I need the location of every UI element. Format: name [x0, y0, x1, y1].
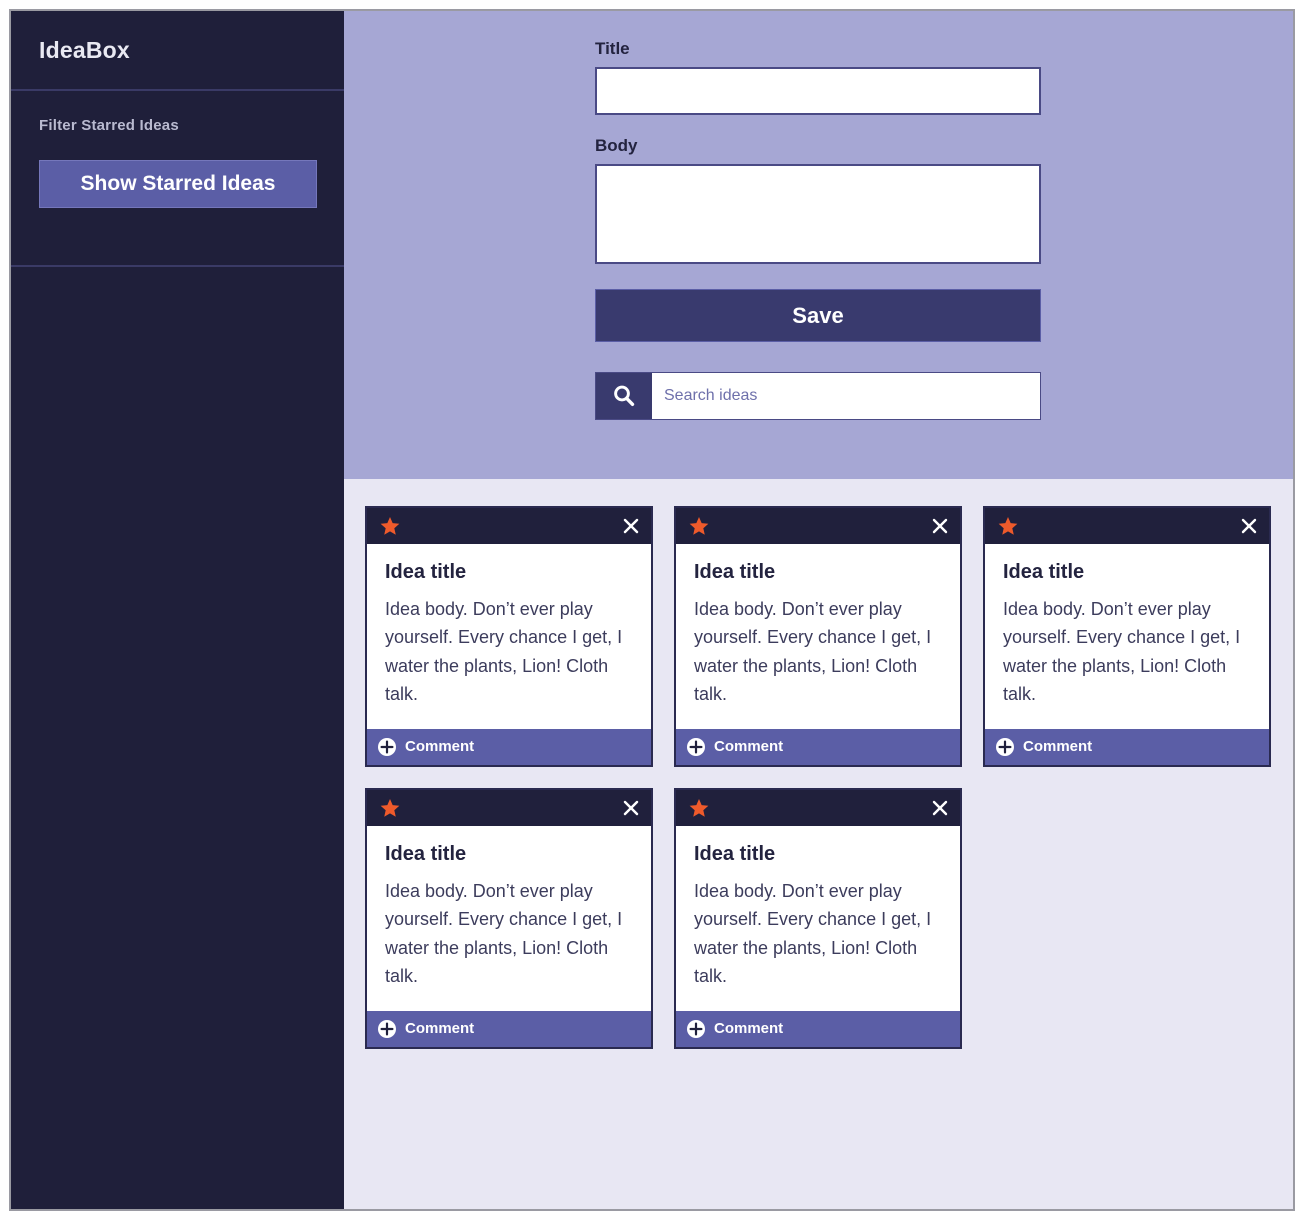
close-icon[interactable] [621, 798, 641, 818]
save-button[interactable]: Save [595, 289, 1041, 342]
comment-button[interactable]: Comment [676, 1010, 960, 1047]
show-starred-ideas-button[interactable]: Show Starred Ideas [39, 160, 317, 208]
comment-label: Comment [1023, 738, 1093, 756]
sidebar: IdeaBox Filter Starred Ideas Show Starre… [11, 11, 344, 1209]
idea-card-body: Idea title Idea body. Don’t ever play yo… [367, 544, 651, 729]
close-icon[interactable] [621, 516, 641, 536]
sidebar-filter-section: Filter Starred Ideas Show Starred Ideas [11, 91, 344, 267]
ideas-grid: Idea title Idea body. Don’t ever play yo… [365, 506, 1293, 1049]
search-bar [595, 372, 1041, 420]
plus-circle-icon [995, 737, 1015, 757]
close-icon[interactable] [930, 798, 950, 818]
plus-circle-icon [686, 1019, 706, 1039]
body-field-label: Body [595, 136, 638, 155]
idea-card-header [676, 508, 960, 544]
plus-circle-icon [377, 1019, 397, 1039]
idea-card[interactable]: Idea title Idea body. Don’t ever play yo… [365, 506, 653, 767]
sidebar-empty-space [11, 267, 344, 1209]
idea-card-text: Idea body. Don’t ever play yourself. Eve… [385, 880, 623, 987]
app-window: IdeaBox Filter Starred Ideas Show Starre… [9, 9, 1295, 1211]
idea-form: Title Body Save [595, 39, 1041, 420]
star-icon[interactable] [997, 515, 1019, 537]
comment-button[interactable]: Comment [676, 728, 960, 765]
sidebar-brand: IdeaBox [11, 11, 344, 91]
idea-form-panel: Title Body Save [344, 11, 1293, 479]
comment-label: Comment [714, 738, 784, 756]
comment-label: Comment [405, 738, 475, 756]
star-icon[interactable] [379, 797, 401, 819]
filter-section-label: Filter Starred Ideas [39, 117, 179, 134]
body-input[interactable] [595, 164, 1041, 264]
idea-card-text: Idea body. Don’t ever play yourself. Eve… [1003, 599, 1241, 705]
idea-card-body: Idea title Idea body. Don’t ever play yo… [985, 544, 1269, 729]
close-icon[interactable] [930, 516, 950, 536]
idea-card[interactable]: Idea title Idea body. Don’t ever play yo… [365, 787, 653, 1049]
idea-card[interactable]: Idea title Idea body. Don’t ever play yo… [674, 787, 962, 1049]
idea-card-text: Idea body. Don’t ever play yourself. Eve… [385, 599, 623, 705]
idea-card-body: Idea title Idea body. Don’t ever play yo… [367, 826, 651, 1011]
comment-button[interactable]: Comment [367, 728, 651, 765]
idea-card-title: Idea title [385, 842, 467, 865]
idea-card[interactable]: Idea title Idea body. Don’t ever play yo… [674, 506, 962, 767]
search-input[interactable] [652, 373, 1040, 419]
star-icon[interactable] [379, 515, 401, 537]
idea-card-text: Idea body. Don’t ever play yourself. Eve… [694, 880, 932, 987]
comment-button[interactable]: Comment [367, 1010, 651, 1047]
title-input[interactable] [595, 67, 1041, 115]
idea-card-text: Idea body. Don’t ever play yourself. Eve… [694, 599, 932, 705]
main-content: Title Body Save Search ideas Idea title … [344, 11, 1293, 1209]
star-icon[interactable] [688, 515, 710, 537]
plus-circle-icon [377, 737, 397, 757]
idea-card-title: Idea title [1003, 561, 1085, 583]
comment-label: Comment [714, 1020, 784, 1037]
close-icon[interactable] [1239, 516, 1259, 536]
star-icon[interactable] [688, 797, 710, 819]
idea-card-title: Idea title [694, 842, 776, 865]
idea-card[interactable]: Idea title Idea body. Don’t ever play yo… [983, 506, 1271, 767]
app-title: IdeaBox [39, 36, 130, 63]
search-icon[interactable] [596, 373, 652, 419]
plus-circle-icon [686, 737, 706, 757]
idea-card-body: Idea title Idea body. Don’t ever play yo… [676, 544, 960, 729]
idea-card-title: Idea title [385, 561, 467, 583]
ideas-area: Idea title Idea body. Don’t ever play yo… [344, 479, 1293, 1209]
idea-card-body: Idea title Idea body. Don’t ever play yo… [676, 826, 960, 1011]
idea-card-header [367, 508, 651, 544]
comment-button[interactable]: Comment [985, 728, 1269, 765]
comment-label: Comment [405, 1020, 475, 1037]
idea-card-header [985, 508, 1269, 544]
idea-card-title: Idea title [694, 561, 776, 583]
title-field-label: Title [595, 39, 630, 58]
idea-card-header [367, 789, 651, 826]
idea-card-header [676, 789, 960, 826]
